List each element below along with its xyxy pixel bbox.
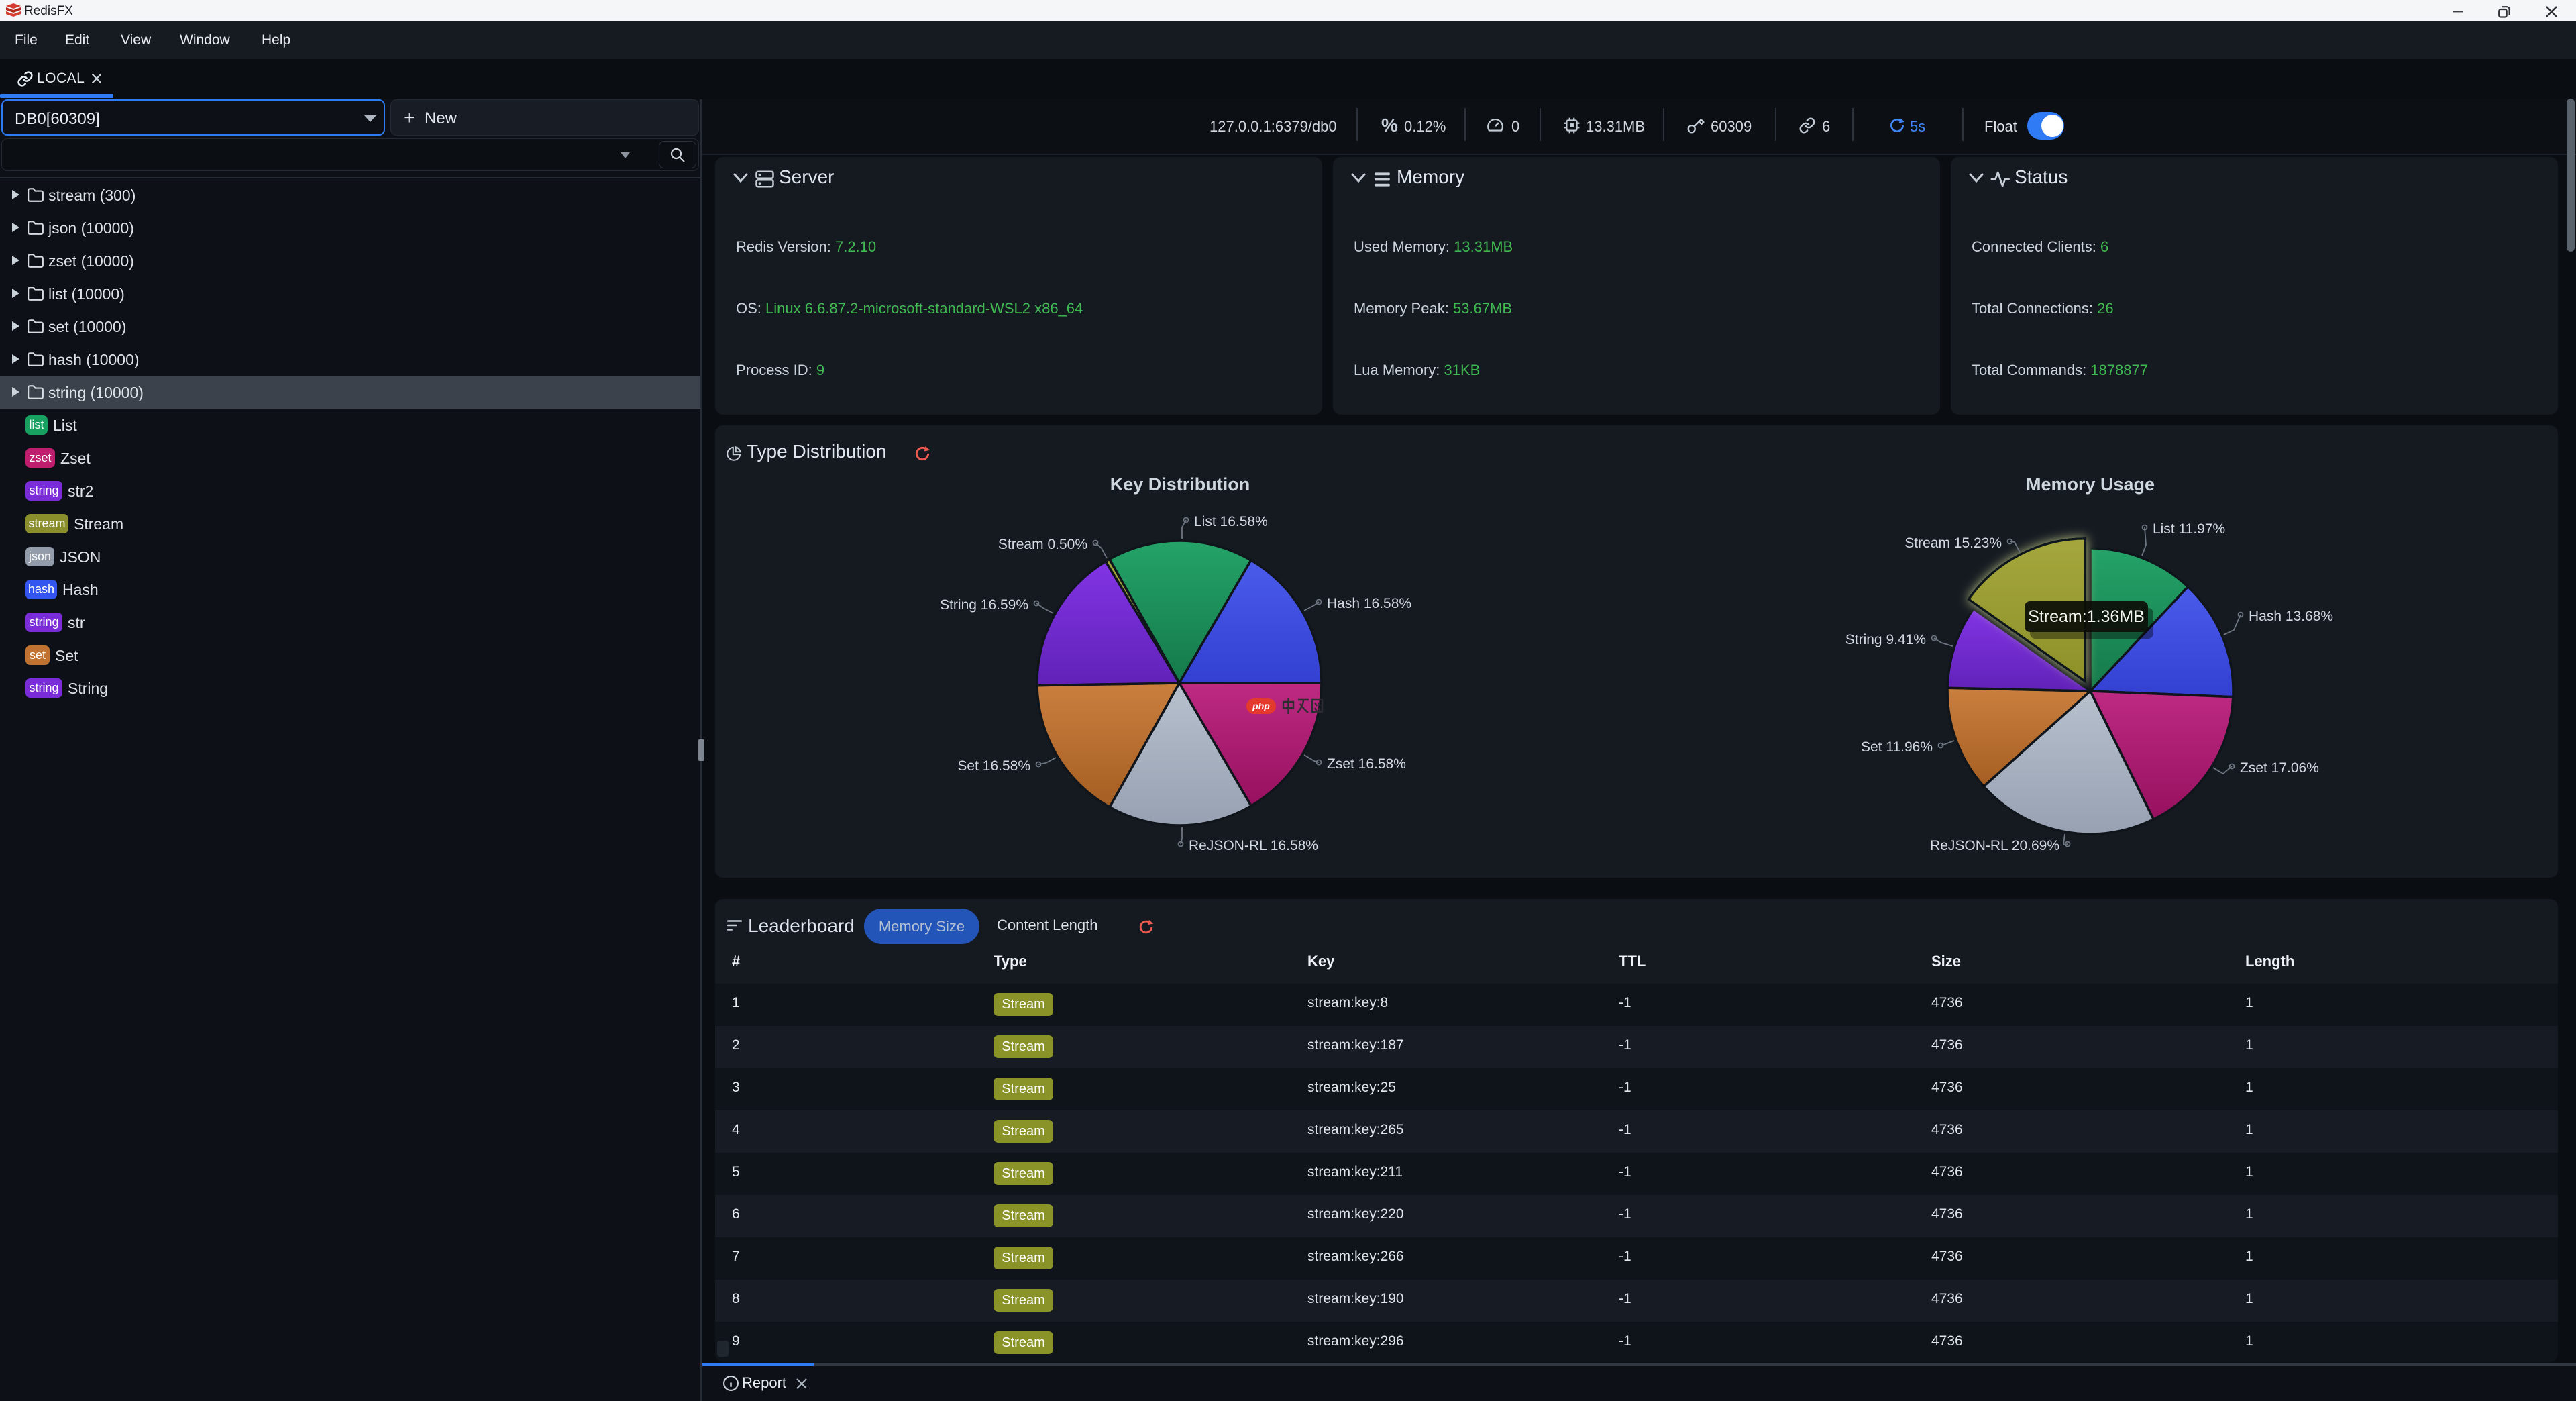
svg-text:ReJSON-RL 16.58%: ReJSON-RL 16.58% xyxy=(1189,838,1318,853)
svg-text:Zset 17.06%: Zset 17.06% xyxy=(2240,760,2319,776)
svg-text:List 16.58%: List 16.58% xyxy=(1194,514,1268,529)
svg-text:Stream 15.23%: Stream 15.23% xyxy=(1904,535,2002,551)
svg-text:Hash 16.58%: Hash 16.58% xyxy=(1327,596,1411,611)
svg-text:String 16.59%: String 16.59% xyxy=(940,597,1028,613)
svg-text:Hash 13.68%: Hash 13.68% xyxy=(2249,609,2333,624)
svg-text:List 11.97%: List 11.97% xyxy=(2153,521,2225,537)
svg-text:Set 16.58%: Set 16.58% xyxy=(957,758,1030,774)
svg-text:Stream 0.50%: Stream 0.50% xyxy=(998,537,1087,552)
svg-text:ReJSON-RL 20.69%: ReJSON-RL 20.69% xyxy=(1930,838,2059,853)
svg-text:Zset 16.58%: Zset 16.58% xyxy=(1327,756,1406,772)
svg-text:Set 11.96%: Set 11.96% xyxy=(1861,739,1933,755)
svg-text:String 9.41%: String 9.41% xyxy=(1845,632,1926,647)
